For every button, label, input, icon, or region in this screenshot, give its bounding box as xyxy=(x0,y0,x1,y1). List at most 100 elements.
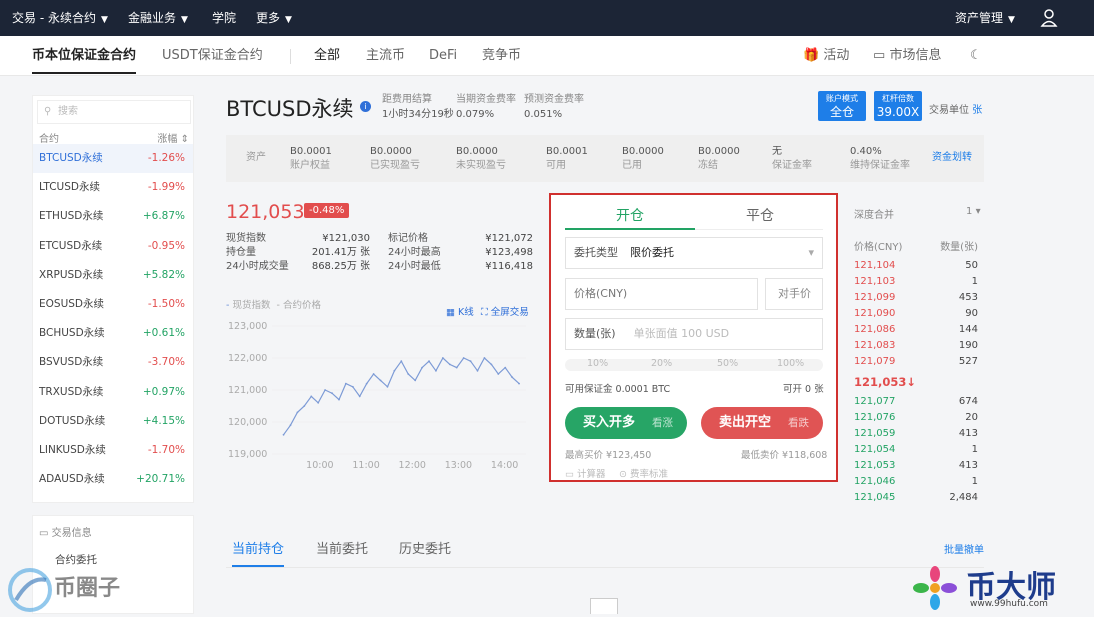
last-price: 121,053 xyxy=(226,201,305,223)
ask-row[interactable]: 121,104 50 xyxy=(854,258,978,274)
search-input[interactable]: ⚲ 搜索 xyxy=(37,100,191,124)
info-icon[interactable]: i xyxy=(360,101,371,112)
quantity-input[interactable]: 数量(张) 单张面值 100 USD xyxy=(565,318,823,350)
market-row[interactable]: XRPUSD永续 +5.82% xyxy=(33,261,193,290)
tab-close[interactable]: 平仓 xyxy=(746,205,774,225)
order-type-select[interactable]: 委托类型 限价委托 ▾ xyxy=(565,237,823,269)
market-row[interactable]: LTCUSD永续 -1.99% xyxy=(33,173,193,202)
activity-link[interactable]: 🎁 活动 xyxy=(803,36,849,76)
chevron-down-icon: ▼ xyxy=(100,15,108,25)
tab-history[interactable]: 历史委托 xyxy=(399,538,451,557)
nav-asset-management[interactable]: 资产管理 ▼ xyxy=(955,0,1015,36)
price-input[interactable]: 价格(CNY) xyxy=(565,278,758,310)
bid-row[interactable]: 121,054 1 xyxy=(854,442,978,458)
bid-row[interactable]: 121,046 1 xyxy=(854,474,978,490)
bid-row[interactable]: 121,077 674 xyxy=(854,394,978,410)
col-change[interactable]: 涨幅 ⇕ xyxy=(157,130,189,145)
ask-row[interactable]: 121,079 527 xyxy=(854,354,978,370)
filter-all[interactable]: 全部 xyxy=(314,36,340,76)
calculator-link[interactable]: ▭ 计算器 xyxy=(565,466,606,480)
market-row[interactable]: EOSUSD永续 -1.50% xyxy=(33,290,193,319)
fee-link[interactable]: ⊙ 费率标准 xyxy=(619,466,668,480)
nav-academy[interactable]: 学院 xyxy=(212,0,236,36)
qty-placeholder: 单张面值 100 USD xyxy=(633,327,730,340)
market-row[interactable]: BTCUSD永续 -1.26% xyxy=(33,144,193,173)
buy-label: 买入开多 xyxy=(583,415,636,430)
filter-competition[interactable]: 竞争币 xyxy=(482,36,521,76)
bid-row[interactable]: 121,059 413 xyxy=(854,426,978,442)
ask-row[interactable]: 121,086 144 xyxy=(854,322,978,338)
tab-positions[interactable]: 当前持仓 xyxy=(232,538,285,567)
bid-row[interactable]: 121,045 2,484 xyxy=(854,490,978,506)
fullscreen-link[interactable]: ⛶ 全屏交易 xyxy=(481,304,529,318)
moon-icon[interactable]: ☾ xyxy=(970,36,982,76)
filter-defi[interactable]: DeFi xyxy=(429,36,457,76)
unit-value[interactable]: 张 xyxy=(972,105,982,116)
tab-open[interactable]: 开仓 xyxy=(616,205,644,225)
pct-100[interactable]: 100% xyxy=(777,358,804,369)
bid-row[interactable]: 121,076 20 xyxy=(854,410,978,426)
bid-qty: 2,484 xyxy=(949,492,978,503)
ask-qty: 190 xyxy=(958,340,978,351)
market-name: BCHUSD永续 xyxy=(39,327,105,340)
series-point xyxy=(504,366,507,369)
account-mode-value: 全仓 xyxy=(829,105,854,119)
market-name: LTCUSD永续 xyxy=(39,181,100,194)
legend-line-icon: - xyxy=(226,300,230,311)
pct-50[interactable]: 50% xyxy=(717,358,738,369)
market-list-panel: ⚲ 搜索 合约 涨幅 ⇕ BTCUSD永续 -1.26% LTCUSD永续 -1.99% E… xyxy=(32,95,194,503)
market-change: -0.95% xyxy=(147,239,185,252)
info-item-orders[interactable]: 合约委托 xyxy=(55,552,97,567)
batch-cancel-link[interactable]: 批量撤单 xyxy=(944,541,984,556)
buy-long-button[interactable]: 买入开多 看涨 xyxy=(565,407,687,439)
series-point xyxy=(441,357,444,359)
asset-label-text: 维持保证金率 xyxy=(850,160,910,171)
series-point xyxy=(324,389,327,391)
depth-merge-select[interactable]: 1 ▾ xyxy=(966,206,981,217)
asset-label-text: 保证金率 xyxy=(772,160,812,171)
market-row[interactable]: TRXUSD永续 +0.97% xyxy=(33,378,193,407)
account-mode-button[interactable]: 账户模式 全仓 xyxy=(818,91,866,121)
legend-line-icon: - xyxy=(276,300,280,311)
market-row[interactable]: LINKUSD永续 -1.70% xyxy=(33,436,193,465)
market-change: +0.61% xyxy=(142,327,185,340)
series-point xyxy=(310,395,313,398)
sell-short-button[interactable]: 卖出开空 看跌 xyxy=(701,407,823,439)
nav-finance[interactable]: 金融业务 ▼ xyxy=(128,0,188,36)
pct-10[interactable]: 10% xyxy=(587,358,608,369)
tab-usdt-margin[interactable]: USDT保证金合约 xyxy=(162,36,263,76)
x-tick-label: 13:00 xyxy=(445,460,472,471)
market-row[interactable]: BCHUSD永续 +0.61% xyxy=(33,319,193,348)
nav-trade[interactable]: 交易 - 永续合约 ▼ xyxy=(12,0,108,36)
market-row[interactable]: DOTUSD永续 +4.15% xyxy=(33,407,193,436)
pct-20[interactable]: 20% xyxy=(651,358,672,369)
nav-more[interactable]: 更多 ▼ xyxy=(256,0,292,36)
ask-row[interactable]: 121,099 453 xyxy=(854,290,978,306)
chat-icon: ▭ xyxy=(873,48,886,63)
market-change: +6.87% xyxy=(142,210,185,223)
kline-link[interactable]: ▦ K线 xyxy=(446,304,474,318)
transfer-link[interactable]: 资金划转 xyxy=(932,151,972,165)
bid-row[interactable]: 121,053 413 xyxy=(854,458,978,474)
market-change: -1.26% xyxy=(147,152,185,164)
tab-orders[interactable]: 当前委托 xyxy=(316,538,368,557)
percent-slider[interactable]: 10% 20% 50% 100% xyxy=(565,358,823,371)
asset-label: 资产 xyxy=(246,152,266,163)
order-panel: 开仓 平仓 委托类型 限价委托 ▾ 价格(CNY) 对手价 数量(张) 单张面值 10… xyxy=(549,193,838,482)
asset-label-text: 账户权益 xyxy=(290,160,330,171)
market-row[interactable]: ADAUSD永续 +20.71% xyxy=(33,465,193,494)
leverage-button[interactable]: 杠杆倍数 39.00X xyxy=(874,91,922,121)
ask-row[interactable]: 121,083 190 xyxy=(854,338,978,354)
top-navbar: 交易 - 永续合约 ▼ 金融业务 ▼ 学院 更多 ▼ 资产管理 ▼ xyxy=(0,0,1094,36)
tab-coin-margin[interactable]: 币本位保证金合约 xyxy=(32,36,137,74)
funding-label: 当期资金费率 xyxy=(456,94,516,105)
counter-price-button[interactable]: 对手价 xyxy=(765,278,823,310)
market-row[interactable]: ETHUSD永续 +6.87% xyxy=(33,202,193,231)
market-info-link[interactable]: ▭ 市场信息 xyxy=(873,36,941,76)
user-icon[interactable] xyxy=(1040,0,1058,36)
ask-row[interactable]: 121,090 90 xyxy=(854,306,978,322)
market-row[interactable]: ETCUSD永续 -0.95% xyxy=(33,232,193,261)
filter-mainstream[interactable]: 主流币 xyxy=(366,36,405,76)
market-row[interactable]: BSVUSD永续 -3.70% xyxy=(33,348,193,377)
ask-row[interactable]: 121,103 1 xyxy=(854,274,978,290)
